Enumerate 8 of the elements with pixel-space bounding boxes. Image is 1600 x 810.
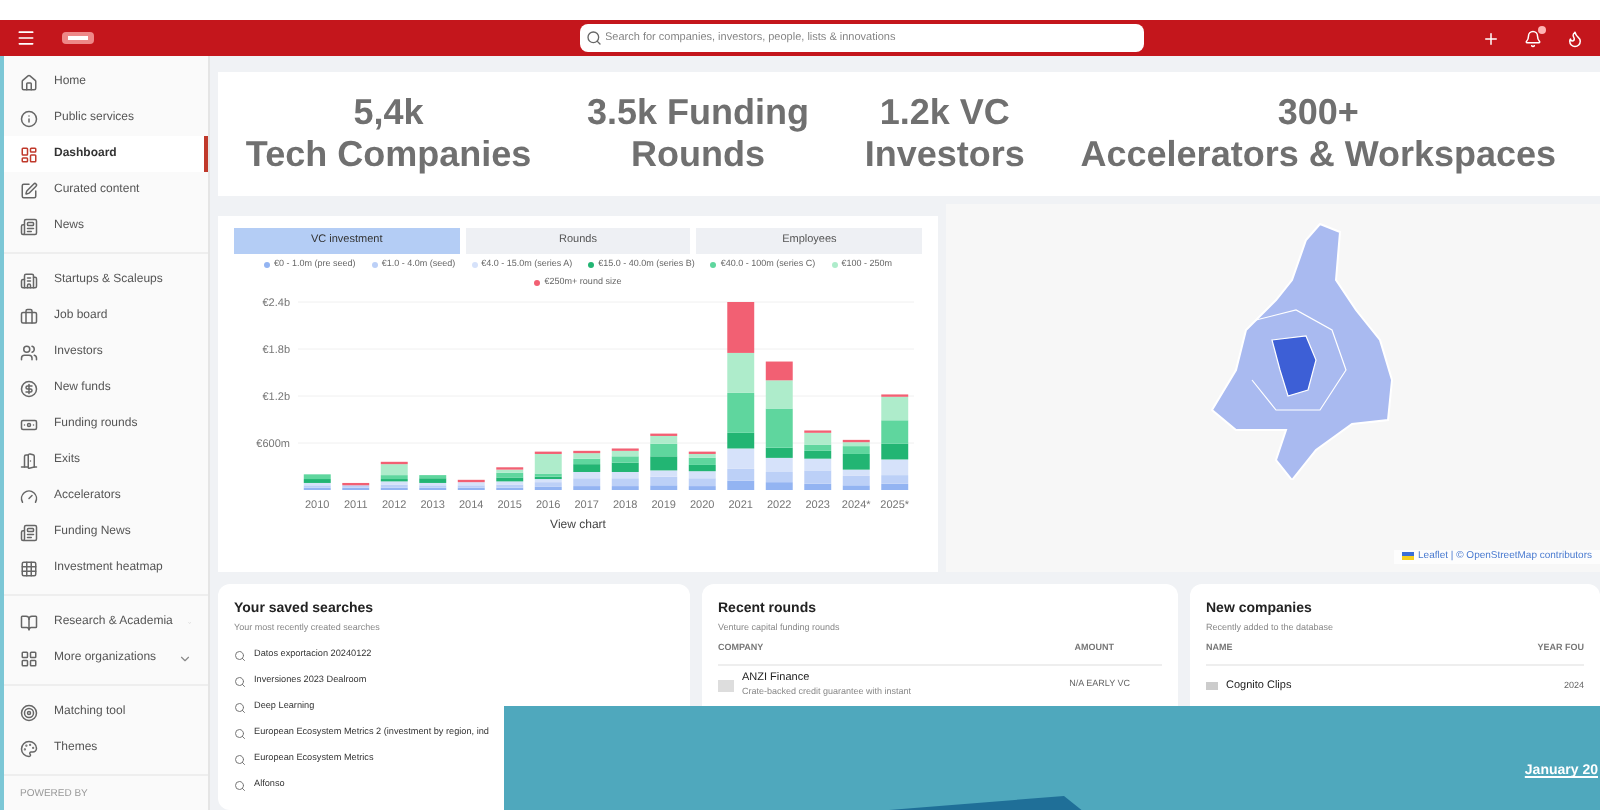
stat-value: 5,4k	[353, 92, 424, 134]
stat-label: Investors	[864, 134, 1025, 176]
stat-label: Rounds	[630, 134, 765, 176]
stat-label: Tech Companies	[245, 134, 532, 176]
stat-label: Accelerators & Workspaces	[1080, 134, 1557, 176]
stat-value: 3.5k Funding	[586, 92, 809, 134]
stat-value: 300+	[1277, 92, 1359, 134]
stat-value: 1.2k VC	[879, 92, 1010, 134]
